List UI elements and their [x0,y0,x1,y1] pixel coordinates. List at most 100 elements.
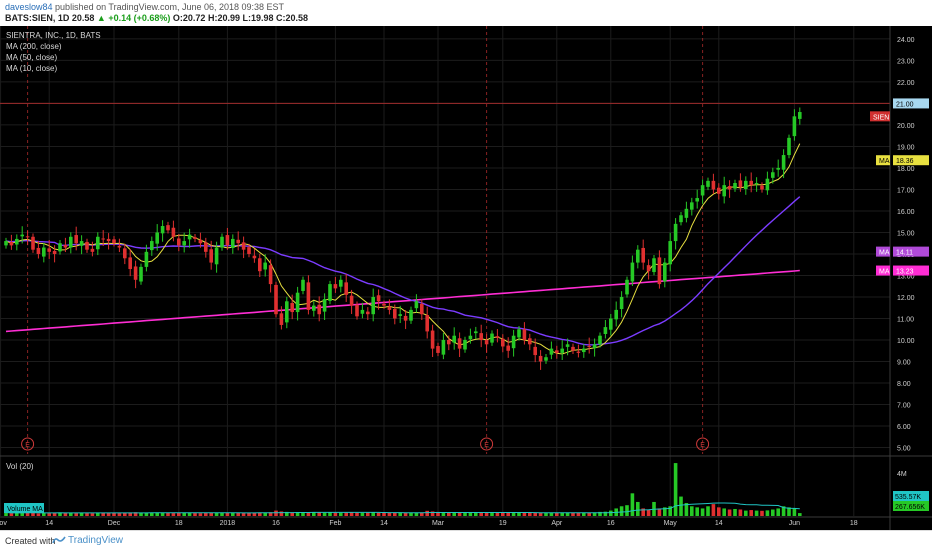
candle-body [781,155,786,170]
volume-tick-label: 4M [897,471,907,478]
price-tick-label: 8.00 [897,381,911,388]
legend-ma50[interactable]: MA (50, close) [6,53,57,62]
candle-body [528,338,532,345]
candle-body [598,335,602,345]
legend-symbol: SIENTRA, INC., 1D, BATS [6,31,101,40]
volume-ma-tag[interactable]: Volume MA [7,506,43,513]
candle-body [15,238,19,245]
volume-bar [328,512,332,516]
volume-bar [749,510,753,516]
candle-body [360,309,365,314]
low-value: L:19.98 [242,13,274,23]
volume-bar [711,504,716,516]
price-tick-label: 9.00 [897,360,911,367]
author-link[interactable]: daveslow84 [5,2,53,12]
volume-bar [47,513,51,516]
candle-body [150,241,154,251]
candle-body [376,295,381,302]
publish-text: published on TradingView.com, June 06, 2… [55,2,285,12]
volume-bar [112,512,116,516]
ma50-badge-value: 14.11 [896,250,913,257]
candle-body [409,309,413,321]
volume-bar [63,512,68,516]
candle-body [706,180,710,187]
candle-body [711,180,716,190]
candle-body [187,234,192,240]
candle-body [160,226,165,234]
volume-bar [371,512,375,516]
symbol-interval: BATS:SIEN, 1D [5,13,70,23]
candle-body [182,241,186,246]
symbol-badge: SIEN [873,114,889,121]
time-tick-label: 16 [272,520,280,527]
price-tick-label: 6.00 [897,424,911,431]
volume-bar [517,512,521,516]
time-tick-label: Mar [432,520,445,527]
high-value: H:20.99 [207,13,240,23]
volume-bar [771,509,775,516]
candle-body [204,242,208,252]
candle-body [576,351,581,353]
price-change: +0.14 (+0.68%) [108,13,171,23]
candle-body [560,348,564,353]
time-tick-label: 19 [499,520,507,527]
candle-body [171,227,176,237]
candle-body [268,265,273,285]
volume-bar [673,463,678,516]
candle-body [479,333,483,341]
candle-body [679,215,683,223]
volume-bar [744,510,748,516]
candle-body [355,304,359,317]
candle-body [258,258,262,272]
volume-bar [9,513,14,516]
candle-body [668,241,672,265]
candle-body [328,284,332,301]
volume-bar [220,512,224,516]
volume-bar [506,512,510,516]
candle-body [274,284,278,315]
volume-bar [344,512,348,516]
volume-bar [295,512,300,516]
candle-body [441,340,446,355]
candle-body [663,262,667,282]
candle-body [128,257,132,270]
volume-bar [765,510,770,516]
legend-ma10[interactable]: MA (10, close) [6,64,57,73]
last-price-badge: 21.00 [896,101,914,108]
created-with-text: Created with [5,536,56,546]
candle-body [387,306,392,310]
candle-body [484,340,489,345]
chart-area[interactable]: 24.00 23.00 22.00 21.00 20.00 19.00 18.00 17.00… [0,26,932,530]
legend-ma200[interactable]: MA (200, close) [6,42,62,51]
candle-body [279,313,284,325]
candle-body [36,247,41,254]
candle-body [225,235,230,246]
volume-bar [474,512,478,516]
volume-bar [241,513,246,516]
candle-body [58,243,62,252]
price-tick-label: 19.00 [897,144,915,151]
candle-body [231,238,235,248]
tradingview-brand[interactable]: TradingView [68,535,123,546]
candle-body [403,315,408,321]
legend-volume[interactable]: Vol (20) [6,462,34,471]
candle-body [31,236,35,250]
candle-body [630,262,635,282]
candle-body [684,208,689,218]
volume-bar [360,512,365,516]
candle-body [236,239,240,244]
candle-body [85,241,89,250]
candle-body [420,303,424,315]
volume-bar [636,501,640,516]
candle-body [414,301,419,309]
price-tick-label: 18.00 [897,166,915,173]
open-value: O:20.72 [172,13,206,23]
volume-bar [322,512,327,516]
volume-bar [479,512,483,516]
volume-bar [20,512,24,516]
volume-bar [187,512,192,516]
volume-bar [317,512,321,516]
candle-body [749,180,753,186]
candle-body [220,236,224,248]
candle-body [295,292,300,313]
